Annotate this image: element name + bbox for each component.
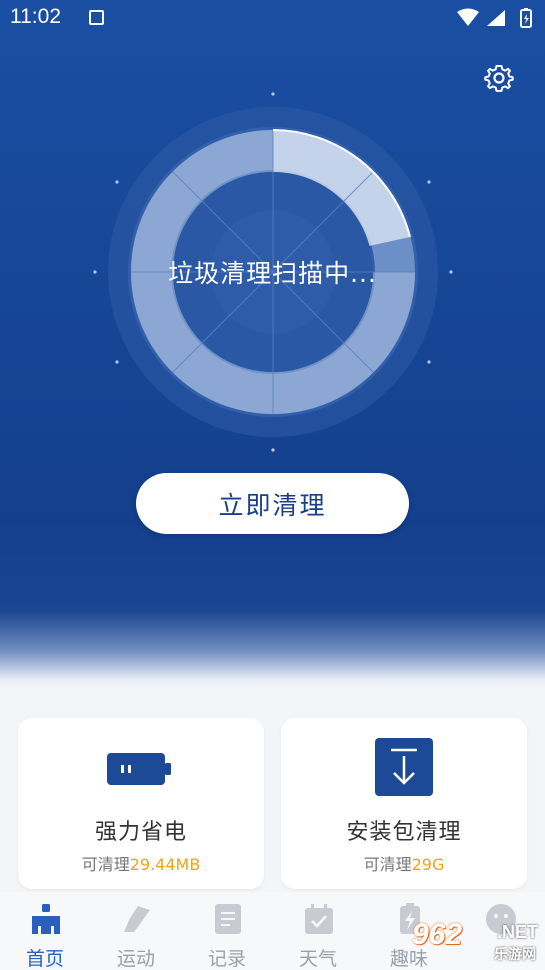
watermark-sub: 乐游网 — [494, 947, 536, 963]
watermark-logo: 962 .NET 乐游网 — [412, 918, 542, 963]
status-bar: 11:02 — [0, 0, 545, 36]
cleanable-size: 29G — [411, 855, 445, 874]
wifi-icon — [457, 8, 479, 26]
home-broom-icon — [32, 904, 60, 934]
calendar-check-icon — [305, 904, 333, 934]
tab-label: 运动 — [116, 948, 155, 970]
download-icon — [375, 738, 433, 796]
power-saving-card[interactable]: 强力省电 可清理29.44MB — [18, 718, 264, 889]
watermark-suffix: .NET — [496, 922, 538, 942]
tab-records[interactable]: 记录 — [182, 892, 272, 970]
document-icon — [215, 904, 241, 934]
shoe-icon — [124, 906, 150, 932]
card-title: 安装包清理 — [346, 820, 462, 845]
status-time: 11:02 — [10, 5, 61, 28]
gear-icon[interactable] — [484, 63, 514, 93]
battery-icon — [107, 753, 171, 785]
tab-weather[interactable]: 天气 — [273, 892, 363, 970]
tab-sport[interactable]: 运动 — [91, 892, 181, 970]
notification-a-icon — [89, 10, 104, 25]
tab-home[interactable]: 首页 — [0, 892, 90, 970]
tab-label: 天气 — [298, 948, 337, 970]
scan-status-title: 垃圾清理扫描中... — [168, 259, 377, 288]
card-subtitle: 可清理29.44MB — [81, 855, 201, 874]
card-title: 强力省电 — [94, 820, 187, 845]
tab-label: 记录 — [207, 948, 246, 970]
watermark-brand: 962 — [412, 918, 463, 951]
signal-icon — [487, 10, 505, 26]
tab-label: 首页 — [25, 948, 64, 970]
card-subtitle: 可清理29G — [363, 855, 445, 874]
status-icons — [457, 8, 532, 28]
package-clean-card[interactable]: 安装包清理 可清理29G — [281, 718, 527, 889]
cleanable-size: 29.44MB — [129, 855, 201, 874]
clean-now-button[interactable]: 立即清理 — [136, 473, 409, 534]
